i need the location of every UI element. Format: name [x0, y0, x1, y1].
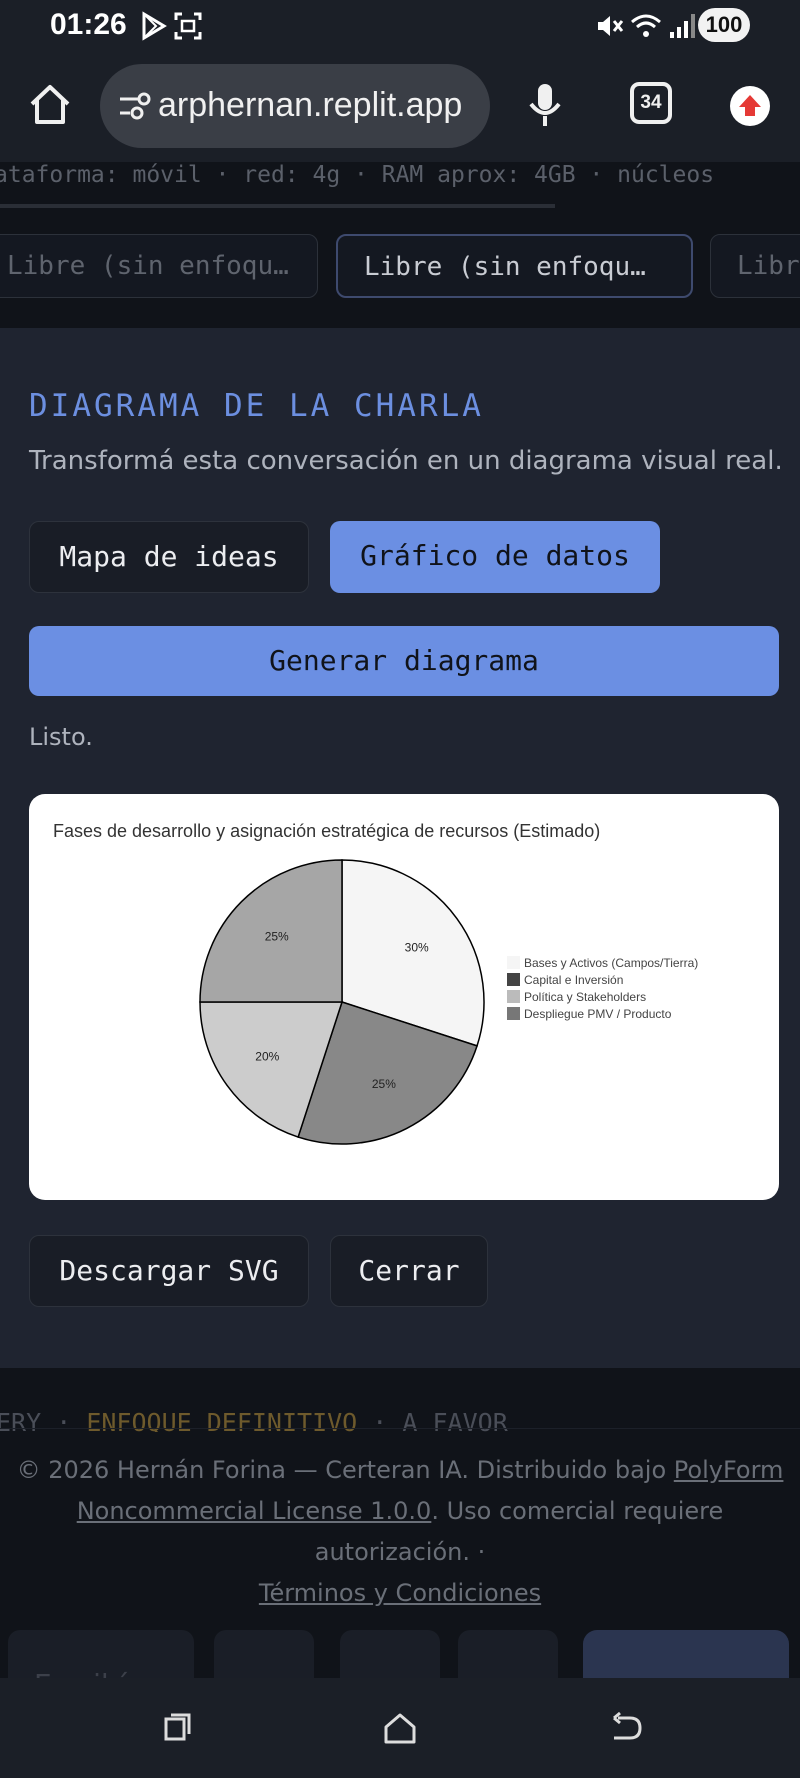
microphone-icon[interactable]	[525, 82, 565, 128]
pie-chart: Fases de desarrollo y asignación estraté…	[53, 821, 698, 1145]
scroll-track	[0, 204, 555, 208]
pie-legend: Bases y Activos (Campos/Tierra) Capital e…	[507, 956, 698, 1021]
browser-toolbar: arphernan.replit.app 34	[0, 52, 800, 162]
pie-slice-label: 25%	[265, 930, 289, 944]
screenshot-icon	[174, 12, 202, 40]
pie-slices	[199, 859, 485, 1145]
play-store-icon	[142, 11, 167, 41]
terms-link[interactable]: Términos y Condiciones	[259, 1579, 541, 1607]
recents-icon[interactable]	[160, 1710, 196, 1746]
battery-indicator: 100	[698, 8, 750, 42]
device-info-line: ataforma: móvil · red: 4g · RAM aprox: 4…	[0, 162, 715, 188]
legend-label: Despliegue PMV / Producto	[524, 1007, 672, 1021]
data-chart-button[interactable]: Gráfico de datos	[330, 521, 660, 593]
chart-button[interactable]	[458, 1630, 558, 1678]
send-button[interactable]	[583, 1630, 789, 1678]
chart-title: Fases de desarrollo y asignación estraté…	[53, 821, 600, 841]
close-button[interactable]: Cerrar	[330, 1235, 488, 1307]
chart-card: Fases de desarrollo y asignación estraté…	[29, 794, 779, 1200]
idea-map-button[interactable]: Mapa de ideas	[29, 521, 309, 593]
legend-label: Capital e Inversión	[524, 973, 623, 987]
license-link[interactable]: PolyForm	[674, 1456, 784, 1484]
footer-divider	[0, 1428, 800, 1429]
pie-slice-label: 30%	[405, 941, 429, 955]
signal-icon	[670, 14, 695, 38]
generate-diagram-button[interactable]: Generar diagrama	[29, 626, 779, 696]
download-svg-button[interactable]: Descargar SVG	[29, 1235, 309, 1307]
pie-slice-label: 20%	[255, 1049, 279, 1063]
upgrade-icon[interactable]	[730, 86, 770, 126]
voice-button[interactable]	[340, 1630, 440, 1678]
legend-swatch	[507, 973, 520, 986]
legend-swatch	[507, 990, 520, 1003]
back-icon[interactable]	[608, 1710, 644, 1746]
section-title: DIAGRAMA DE LA CHARLA	[29, 388, 484, 424]
navigation-bar	[0, 1678, 800, 1778]
topic-chip[interactable]: Libr	[710, 234, 800, 298]
status-bar: 01:26 100	[0, 0, 800, 52]
wifi-icon	[631, 14, 661, 37]
composer-placeholder: Escribí	[34, 1668, 127, 1678]
topic-chip[interactable]: Libre (sin enfoqu…	[0, 234, 318, 298]
footer: © 2026 Hernán Forina — Certeran IA. Dist…	[0, 1450, 800, 1614]
home-icon[interactable]	[28, 82, 72, 126]
url-text: arphernan.replit.app	[158, 86, 463, 124]
background-content-top: ataforma: móvil · red: 4g · RAM aprox: 4…	[0, 162, 800, 328]
home-nav-icon[interactable]	[382, 1710, 418, 1746]
background-content-bottom: ERY · ENFOQUE DEFINITIVO · A FAVOR © 202…	[0, 1368, 800, 1678]
license-link-continued[interactable]: Noncommercial License 1.0.0	[77, 1497, 432, 1525]
pie-slice-label: 25%	[372, 1077, 396, 1091]
address-bar[interactable]: arphernan.replit.app	[100, 64, 490, 148]
legend-swatch	[507, 1007, 520, 1020]
topic-chip-active[interactable]: Libre (sin enfoqu…	[336, 234, 693, 298]
status-message: Listo.	[29, 723, 93, 751]
mute-icon	[598, 16, 624, 36]
legend-label: Política y Stakeholders	[524, 990, 646, 1004]
status-time: 01:26	[50, 8, 127, 41]
footer-copyright: © 2026 Hernán Forina — Certeran IA. Dist…	[16, 1456, 667, 1484]
site-settings-icon[interactable]	[118, 90, 152, 122]
section-description: Transformá esta conversación en un diagr…	[29, 446, 783, 476]
attach-button[interactable]	[214, 1630, 314, 1678]
tab-switcher-button[interactable]: 34	[630, 82, 672, 124]
diagram-panel: DIAGRAMA DE LA CHARLA Transformá esta co…	[0, 328, 800, 1368]
legend-swatch	[507, 956, 520, 969]
legend-label: Bases y Activos (Campos/Tierra)	[524, 956, 698, 970]
